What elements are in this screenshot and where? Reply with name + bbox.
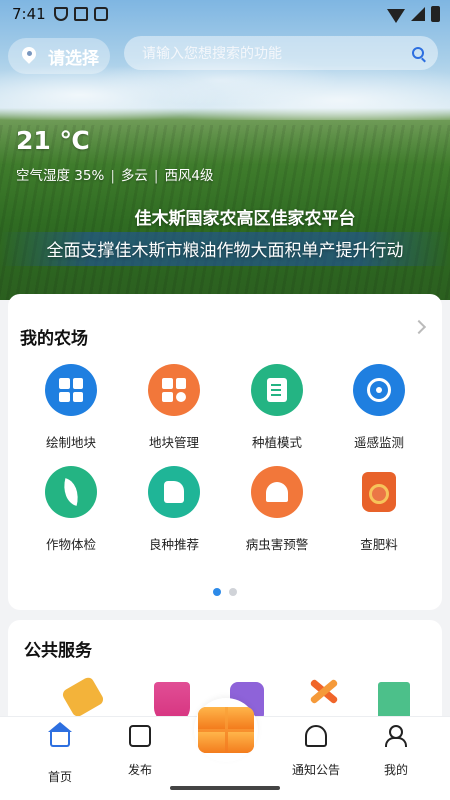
shield-icon: [53, 7, 68, 21]
tile-label: 绘制地块: [45, 435, 96, 450]
humidity: 空气湿度 35%: [16, 168, 105, 184]
tile-draw-plot[interactable]: 绘制地块: [21, 364, 121, 451]
home-icon: [48, 722, 72, 754]
user-icon: [385, 725, 407, 747]
divider: |: [153, 168, 159, 184]
notification-icon: [93, 7, 108, 21]
platform-name: 佳木斯国家农高区佳家农平台: [134, 209, 356, 229]
tile-planting-mode[interactable]: 种植模式: [227, 364, 327, 451]
app-screen: 7:41 请选择 请输入您想搜索的功能 21 ℃ 空气湿度 35% | 多云 | 西风4…: [0, 0, 450, 800]
weather-info: 空气湿度 35% | 多云 | 西风4级: [16, 164, 214, 184]
tile-fertilizer-lookup[interactable]: 查肥料: [329, 466, 429, 553]
temperature: 21 ℃: [16, 126, 90, 155]
search-input[interactable]: 请输入您想搜索的功能: [142, 43, 412, 63]
pager-dots: [8, 588, 442, 596]
search-bar[interactable]: 请输入您想搜索的功能: [124, 36, 438, 70]
wind: 西风4级: [164, 168, 214, 184]
my-farm-card: 我的农场 绘制地块 地块管理 种植模式 遥感监测 作物体检 良种推荐 病虫害预警…: [8, 294, 442, 610]
planting-doc-icon: [251, 364, 303, 416]
tab-publish[interactable]: 发布: [100, 725, 180, 778]
tab-label: 我的: [383, 763, 408, 777]
plot-settings-icon: [148, 364, 200, 416]
tile-seed-recommendation[interactable]: 良种推荐: [124, 466, 224, 553]
tab-label: 发布: [127, 763, 152, 777]
home-indicator[interactable]: [170, 786, 280, 790]
divider: |: [110, 168, 115, 184]
fertilizer-bag-icon: [353, 466, 405, 518]
chevron-right-icon[interactable]: [411, 319, 427, 335]
tile-label: 种植模式: [251, 435, 302, 450]
wifi-icon: [387, 9, 405, 23]
thumbs-up-icon: [148, 466, 200, 518]
sim-card-icon: [73, 7, 88, 21]
status-bar: 7:41: [0, 0, 450, 28]
tile-crop-checkup[interactable]: 作物体检: [21, 466, 121, 553]
tab-mine[interactable]: 我的: [356, 725, 436, 778]
tile-label: 查肥料: [360, 537, 398, 552]
bell-icon: [305, 725, 327, 747]
tile-label: 良种推荐: [148, 537, 199, 552]
location-pin-icon: [22, 47, 36, 65]
tile-label: 地块管理: [148, 435, 199, 450]
tab-label: 通知公告: [291, 763, 340, 777]
tab-label: 首页: [47, 770, 72, 784]
pager-dot[interactable]: [229, 588, 237, 596]
alarm-bell-icon: [251, 466, 303, 518]
tile-plot-management[interactable]: 地块管理: [124, 364, 224, 451]
signal-icon: [411, 7, 425, 21]
map-grid-icon: [45, 364, 97, 416]
tab-home[interactable]: 首页: [20, 722, 100, 785]
battery-icon: [431, 6, 440, 22]
weather-condition: 多云: [120, 168, 148, 184]
tile-label: 作物体检: [45, 537, 96, 552]
tab-notices[interactable]: 通知公告: [276, 725, 356, 778]
location-selector[interactable]: 请选择: [8, 38, 110, 74]
slogan: 全面支撑佳木斯市粮油作物大面积单产提升行动: [46, 241, 404, 261]
status-time: 7:41: [12, 5, 46, 23]
hero-banner: 7:41 请选择 请输入您想搜索的功能 21 ℃ 空气湿度 35% | 多云 | 西风4…: [0, 0, 450, 300]
ruler-pencil-icon[interactable]: [60, 675, 106, 719]
edit-icon: [129, 725, 151, 747]
satellite-dish-icon: [353, 364, 405, 416]
tile-label: 遥感监测: [353, 435, 404, 450]
app-grid-icon: [198, 707, 254, 753]
location-label: 请选择: [48, 48, 99, 69]
center-action-button[interactable]: [194, 698, 258, 762]
pager-dot-active[interactable]: [213, 588, 221, 596]
leaf-icon: [45, 466, 97, 518]
section-title: 公共服务: [24, 641, 92, 661]
tile-label: 病虫害预警: [245, 537, 309, 552]
tile-remote-sensing[interactable]: 遥感监测: [329, 364, 429, 451]
section-title: 我的农场: [20, 329, 88, 349]
search-icon[interactable]: [412, 47, 424, 59]
tile-pest-warning[interactable]: 病虫害预警: [227, 466, 327, 553]
